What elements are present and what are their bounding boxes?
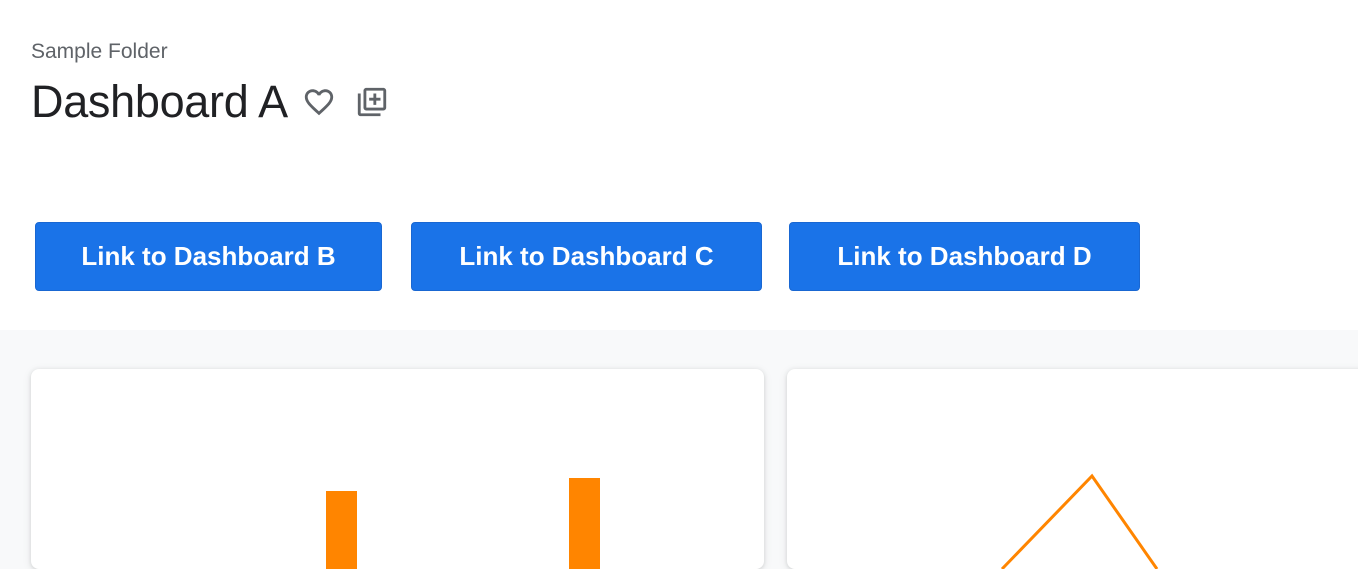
heart-icon[interactable] — [302, 85, 336, 119]
folder-breadcrumb[interactable]: Sample Folder — [31, 40, 168, 64]
bar-chart — [326, 478, 600, 569]
link-dashboard-b-button[interactable]: Link to Dashboard B — [35, 222, 382, 291]
link-dashboard-c-button[interactable]: Link to Dashboard C — [411, 222, 762, 291]
line-chart — [1000, 473, 1159, 569]
page-title: Dashboard A — [31, 76, 288, 127]
link-dashboard-d-button[interactable]: Link to Dashboard D — [789, 222, 1140, 291]
duplicate-dashboard-icon[interactable] — [355, 85, 389, 119]
title-row: Dashboard A — [31, 74, 389, 130]
bar-chart-tile — [31, 369, 764, 569]
line-chart-tile — [787, 369, 1358, 569]
bar — [326, 491, 357, 569]
bar — [569, 478, 600, 569]
series-line — [1000, 473, 1159, 569]
